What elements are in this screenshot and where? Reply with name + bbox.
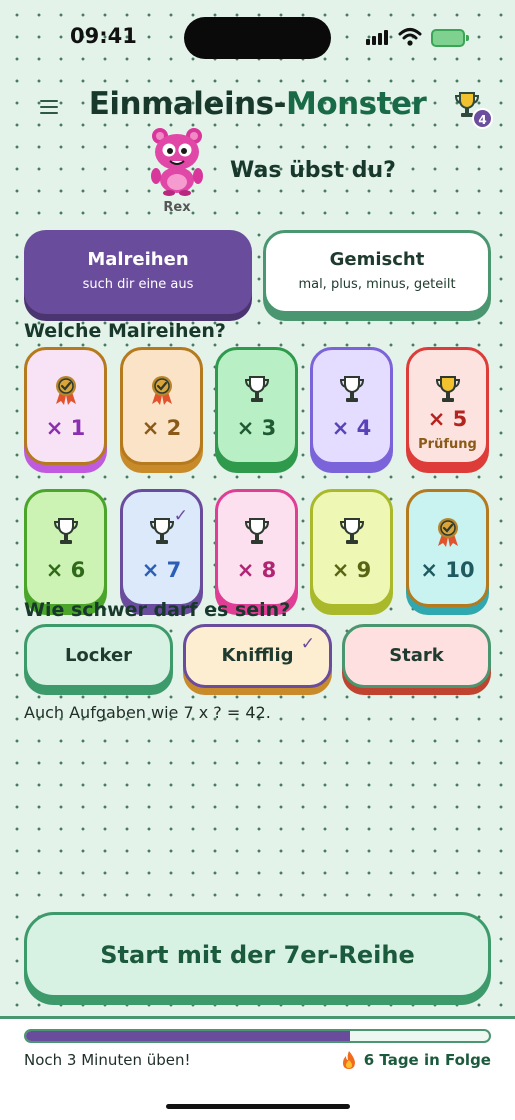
times-table-label: × 2 bbox=[141, 416, 182, 440]
progress-fill bbox=[26, 1031, 351, 1041]
difficulty-label: Stark bbox=[389, 645, 444, 666]
times-table-label: × 10 bbox=[420, 558, 475, 582]
battery-tip bbox=[466, 35, 469, 41]
battery-icon bbox=[431, 29, 465, 47]
times-table-tile[interactable]: × 6 bbox=[24, 489, 107, 607]
times-table-tile[interactable]: × 4 bbox=[310, 347, 393, 465]
streak-text: 6 Tage in Folge bbox=[363, 1051, 491, 1069]
trophy-icon bbox=[149, 518, 174, 544]
medal-icon bbox=[151, 376, 172, 405]
start-button[interactable]: Start mit der 7er-Reihe bbox=[24, 912, 491, 998]
difficulty-label: Knifflig bbox=[221, 645, 294, 666]
home-indicator[interactable] bbox=[166, 1104, 350, 1109]
mode-gemischt-button[interactable]: Gemischt mal, plus, minus, geteilt bbox=[263, 230, 491, 314]
times-table-label: × 1 bbox=[45, 416, 86, 440]
daily-progress-bar bbox=[24, 1029, 491, 1043]
medal-icon bbox=[55, 376, 76, 405]
trophy-icon bbox=[339, 376, 364, 402]
difficulty-label: Locker bbox=[64, 645, 133, 666]
streak: 6 Tage in Folge bbox=[340, 1050, 491, 1070]
remaining-time-text: Noch 3 Minuten üben! bbox=[24, 1051, 191, 1069]
times-table-tile[interactable]: × 2 bbox=[120, 347, 203, 465]
times-table-label: × 4 bbox=[331, 416, 372, 440]
trophy-count-badge: 4 bbox=[472, 108, 493, 129]
times-table-tile[interactable]: × 9 bbox=[310, 489, 393, 607]
times-table-label: × 9 bbox=[331, 558, 372, 582]
difficulty-option[interactable]: Locker bbox=[24, 624, 173, 688]
trophy-icon bbox=[244, 376, 269, 402]
times-table-label: × 8 bbox=[236, 558, 277, 582]
times-table-tile[interactable]: × 10 bbox=[406, 489, 489, 607]
exam-label: Prüfung bbox=[418, 437, 477, 452]
times-table-label: × 5 bbox=[427, 407, 468, 431]
difficulty-heading: Wie schwer darf es sein? bbox=[24, 599, 291, 621]
times-table-tile[interactable]: × 3 bbox=[215, 347, 298, 465]
wifi-icon bbox=[398, 28, 422, 46]
signal-icon bbox=[366, 30, 388, 45]
trophy-icon bbox=[244, 518, 269, 544]
monster-avatar-icon[interactable] bbox=[147, 126, 207, 196]
times-table-tile[interactable]: × 7 ✓ bbox=[120, 489, 203, 607]
monster-name: Rex bbox=[163, 200, 191, 215]
times-table-label: × 6 bbox=[45, 558, 86, 582]
difficulty-option[interactable]: Knifflig ✓ bbox=[183, 624, 332, 688]
mode-malreihen-button[interactable]: Malreihen such dir eine aus bbox=[24, 230, 252, 314]
flame-icon bbox=[342, 1051, 355, 1069]
times-table-tile[interactable]: × 1 bbox=[24, 347, 107, 465]
page-title: Einmaleins-Monster bbox=[0, 86, 515, 122]
trophy-icon bbox=[53, 518, 78, 544]
mode-title: Malreihen bbox=[87, 249, 189, 270]
checkmark-icon: ✓ bbox=[300, 634, 315, 654]
status-time: 09:41 bbox=[70, 24, 137, 48]
mode-title: Gemischt bbox=[329, 249, 425, 270]
checkmark-icon: ✓ bbox=[173, 506, 188, 526]
title-part-2: Monster bbox=[285, 86, 427, 122]
medal-icon bbox=[437, 518, 458, 547]
title-part-1: Einmaleins- bbox=[88, 86, 287, 122]
times-table-tile[interactable]: × 5 Prüfung bbox=[406, 347, 489, 465]
question-heading: Was übst du? bbox=[230, 158, 396, 183]
difficulty-hint: Auch Aufgaben wie 7 x ? = 42. bbox=[24, 703, 271, 722]
dynamic-island bbox=[184, 17, 331, 59]
times-table-tile[interactable]: × 8 bbox=[215, 489, 298, 607]
tables-heading: Welche Malreihen? bbox=[24, 320, 226, 342]
difficulty-option[interactable]: Stark bbox=[342, 624, 491, 688]
times-table-label: × 3 bbox=[236, 416, 277, 440]
times-table-label: × 7 bbox=[141, 558, 182, 582]
trophy-icon bbox=[339, 518, 364, 544]
gold-trophy-icon bbox=[435, 376, 460, 402]
mode-subtitle: such dir eine aus bbox=[82, 277, 194, 292]
mode-subtitle: mal, plus, minus, geteilt bbox=[298, 277, 456, 292]
